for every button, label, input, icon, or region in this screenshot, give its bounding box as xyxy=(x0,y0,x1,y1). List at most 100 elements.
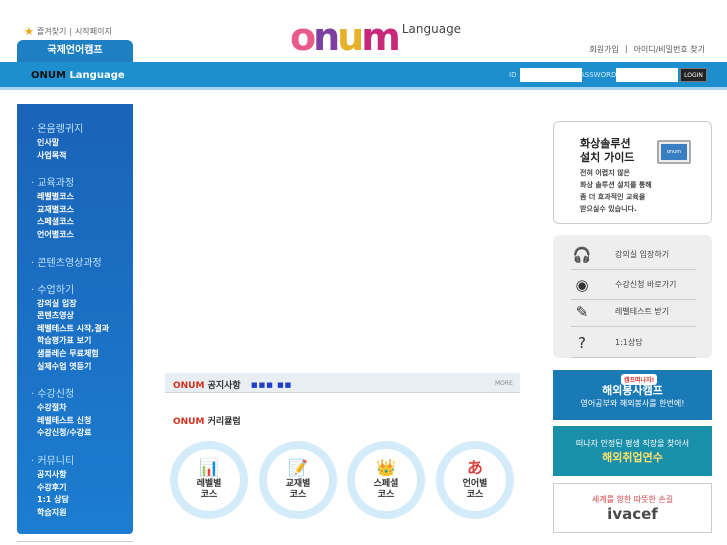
course-inner: 📊 레벨별 코스 xyxy=(178,449,240,511)
test-icon: ✎ xyxy=(575,302,589,321)
divider xyxy=(17,541,133,545)
banner-tag: 캠프떠나자! xyxy=(621,374,658,385)
quick-consult[interactable]: ? 1:1상담 xyxy=(571,328,696,358)
course-inner: あ 언어별 코스 xyxy=(444,449,506,511)
password-input[interactable] xyxy=(616,68,678,82)
course-inner: 📝 교재별 코스 xyxy=(267,449,329,511)
curriculum-title-text: 커리큘럼 xyxy=(207,417,241,427)
nav-item[interactable]: 언어별코스 xyxy=(31,229,133,242)
banner-title: ivacef xyxy=(607,504,658,523)
nav-section-title[interactable]: · 수업하기 xyxy=(31,281,133,296)
course-label: 코스 xyxy=(377,490,395,500)
course-level-button[interactable]: 📊 레벨별 코스 xyxy=(170,441,248,519)
banner-subtitle: 세계를 향한 따뜻한 손길 xyxy=(591,494,674,504)
login-button[interactable]: LOGIN xyxy=(680,68,707,82)
guide-title-line: 설치 가이드 xyxy=(580,151,635,164)
nav-item[interactable]: 실제수업 엿듣기 xyxy=(31,361,133,374)
notice-brand: ONUM xyxy=(173,381,205,391)
nav-item[interactable]: 수강신청/수강료 xyxy=(31,427,133,440)
nav-item[interactable]: 학습평가표 보기 xyxy=(31,335,133,348)
nav-section: · 커뮤니티 공지사항 수강후기 1:1 상담 학습지원 xyxy=(31,452,133,519)
nav-item[interactable]: 사업목적 xyxy=(31,150,133,163)
curriculum-brand: ONUM xyxy=(173,417,205,427)
nav-item[interactable]: 수강후기 xyxy=(31,482,133,495)
nav-section: · 수업하기 강의실 입장 콘텐츠영상 레벨테스트 시작,결과 학습평가표 보기… xyxy=(31,281,133,374)
course-special-button[interactable]: 👑 스페셜 코스 xyxy=(347,441,425,519)
nav-item[interactable]: 1:1 상담 xyxy=(31,494,133,507)
nav-section-title[interactable]: · 커뮤니티 xyxy=(31,452,133,467)
nav-section-title[interactable]: · 콘텐츠영상과정 xyxy=(31,254,133,269)
sidebar-nav: · 온음랭귀지 인사말 사업목적 · 교육과정 레벨별코스 교재별코스 스페셜코… xyxy=(17,104,133,534)
nav-item[interactable]: 학습지원 xyxy=(31,507,133,520)
star-icon: ★ xyxy=(24,25,34,38)
notice-items[interactable]: ■■■ ■■ xyxy=(251,381,292,389)
nav-item[interactable]: 강의실 입장 xyxy=(31,298,133,311)
id-input[interactable] xyxy=(520,68,582,82)
bar-brand-language: Language xyxy=(69,70,125,81)
nav-item[interactable]: 콘텐츠영상 xyxy=(31,310,133,323)
banner-overseas-job[interactable]: 떠나자 안정된 평생 직장을 찾아서 해외취업연수 xyxy=(553,426,712,476)
nav-section-title[interactable]: · 수강신청 xyxy=(31,385,133,400)
nav-item[interactable]: 교재별코스 xyxy=(31,204,133,217)
course-label: 교재별 xyxy=(285,479,311,489)
id-label: ID xyxy=(509,71,517,79)
course-textbook-button[interactable]: 📝 교재별 코스 xyxy=(259,441,337,519)
quick-classroom[interactable]: 🎧 강의실 입장하기 xyxy=(571,240,696,270)
site-logo[interactable]: onum Language xyxy=(290,18,462,56)
nav-section: · 교육과정 레벨별코스 교재별코스 스페셜코스 언어별코스 xyxy=(31,174,133,241)
quick-register[interactable]: ◉ 수강신청 바로가기 xyxy=(571,270,696,300)
guide-title-line: 화상솔루션 xyxy=(580,137,631,150)
bookmark-link[interactable]: 즐겨찾기 xyxy=(37,26,66,37)
homepage-link[interactable]: 시작페이지 xyxy=(75,26,112,37)
course-label: 스페셜 xyxy=(373,479,399,489)
monitor-screen: onum xyxy=(661,144,687,160)
question-icon: ? xyxy=(578,333,586,352)
course-label: 코스 xyxy=(200,490,218,500)
curriculum-title: ONUM 커리큘럼 xyxy=(173,414,241,427)
quick-label: 수강신청 바로가기 xyxy=(615,280,677,289)
logo-language: Language xyxy=(401,22,462,36)
quick-label: 강의실 입장하기 xyxy=(615,250,670,259)
guide-desc-line: 좀 더 효과적인 교육을 xyxy=(580,193,646,201)
nav-section: · 콘텐츠영상과정 xyxy=(31,254,133,269)
notice-title: ONUM 공지사항 xyxy=(173,378,241,391)
crown-icon: 👑 xyxy=(376,458,396,477)
nav-item[interactable]: 공지사항 xyxy=(31,469,133,482)
nav-item[interactable]: 레벨별코스 xyxy=(31,191,133,204)
course-inner: 👑 스페셜 코스 xyxy=(355,449,417,511)
course-label: 레벨별 xyxy=(196,479,222,489)
quick-level-test[interactable]: ✎ 레벨테스트 받기 xyxy=(571,297,696,327)
camp-tab[interactable]: 국제언어캠프 xyxy=(17,40,133,62)
headset-icon: 🎧 xyxy=(572,245,592,264)
guide-desc-line: 화상 솔루션 설치를 통해 xyxy=(580,181,652,189)
separator: | xyxy=(624,44,628,53)
separator: | xyxy=(69,27,73,36)
guide-desc-line: 받으실수 있습니다. xyxy=(580,205,637,213)
banner-subtitle: 영어공부와 해외봉사를 한번에! xyxy=(580,398,685,408)
course-label: 코스 xyxy=(466,490,484,500)
course-label: 언어별 xyxy=(462,479,488,489)
quick-label: 레벨테스트 받기 xyxy=(615,307,670,316)
nav-section-title[interactable]: · 교육과정 xyxy=(31,174,133,189)
course-language-button[interactable]: あ 언어별 코스 xyxy=(436,441,514,519)
right-utility: 회원가입 | 아이디/비밀번호 찾기 xyxy=(589,44,705,55)
guide-title: 화상솔루션 설치 가이드 xyxy=(580,137,634,165)
banner-subtitle: 떠나자 안정된 평생 직장을 찾아서 xyxy=(575,438,690,448)
find-account-link[interactable]: 아이디/비밀번호 찾기 xyxy=(634,44,705,55)
more-link[interactable]: MORE xyxy=(495,380,513,387)
password-label: ASSWORD xyxy=(580,71,617,79)
nav-item[interactable]: 인사말 xyxy=(31,137,133,150)
letters-icon: あ xyxy=(466,458,483,477)
nav-section-title[interactable]: · 온음랭귀지 xyxy=(31,120,133,135)
join-link[interactable]: 회원가입 xyxy=(589,44,618,55)
webcam-icon: ◉ xyxy=(575,275,589,294)
nav-item[interactable]: 샘플레슨 무료체험 xyxy=(31,348,133,361)
nav-item[interactable]: 레벨테스트 시작,결과 xyxy=(31,323,133,336)
nav-item[interactable]: 스페셜코스 xyxy=(31,216,133,229)
nav-item[interactable]: 레벨테스트 신청 xyxy=(31,415,133,428)
nav-item[interactable]: 수강절차 xyxy=(31,402,133,415)
top-utility: ★ 즐겨찾기 | 시작페이지 xyxy=(24,25,112,38)
banner-ivacef[interactable]: 세계를 향한 따뜻한 손길 ivacef xyxy=(553,483,712,533)
bar-brand: ONUM Language xyxy=(31,70,125,81)
course-label: 코스 xyxy=(289,490,307,500)
